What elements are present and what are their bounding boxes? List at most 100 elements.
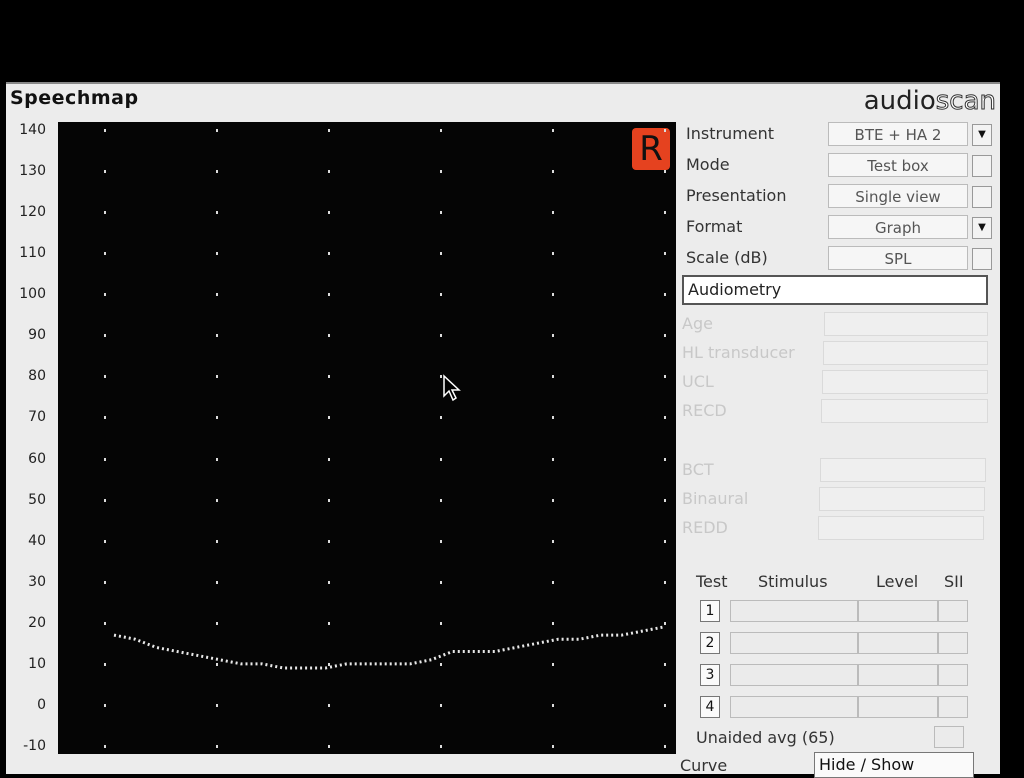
grid-dot (552, 416, 554, 419)
grid-dot (104, 540, 106, 543)
grid-dot (216, 129, 218, 132)
test-2-level[interactable] (858, 632, 938, 654)
grid-dot (664, 622, 666, 625)
mouse-pointer-icon (442, 374, 464, 404)
test-4-stimulus[interactable] (730, 696, 858, 718)
grid-dot (664, 129, 666, 132)
test-1-sii (938, 600, 968, 622)
test-4-level[interactable] (858, 696, 938, 718)
grid-dot (440, 334, 442, 337)
test-4-button[interactable]: 4 (700, 696, 720, 718)
grid-dot (664, 416, 666, 419)
grid-dot (664, 293, 666, 296)
grid-dot (104, 375, 106, 378)
grid-dot (216, 499, 218, 502)
curve-svg (58, 122, 676, 754)
instrument-label: Instrument (686, 124, 774, 143)
grid-dot (104, 499, 106, 502)
test-3-stimulus[interactable] (730, 664, 858, 686)
test-1-stimulus[interactable] (730, 600, 858, 622)
age-field (824, 312, 988, 336)
y-tick-label: 120 (6, 204, 46, 220)
grid-dot (104, 581, 106, 584)
test-3-level[interactable] (858, 664, 938, 686)
hide-show-button[interactable]: Hide / Show (814, 752, 974, 778)
age-label: Age (682, 314, 713, 333)
speechmap-window: Speechmap audioscan 14013012011010090807… (6, 82, 1000, 774)
grid-dot (440, 458, 442, 461)
grid-dot (440, 129, 442, 132)
grid-dot (664, 375, 666, 378)
test-1-level[interactable] (858, 600, 938, 622)
grid-dot (552, 211, 554, 214)
grid-dot (552, 170, 554, 173)
grid-dot (216, 334, 218, 337)
format-dropdown-icon[interactable]: ▼ (972, 217, 992, 239)
y-tick-label: 30 (6, 574, 46, 590)
binaural-label: Binaural (682, 489, 748, 508)
mode-field[interactable]: Test box (828, 153, 968, 177)
grid-dot (664, 704, 666, 707)
level-column-header: Level (876, 572, 918, 591)
unaided-avg-label: Unaided avg (65) (696, 728, 835, 747)
grid-dot (552, 129, 554, 132)
grid-dot (216, 170, 218, 173)
scale-field[interactable]: SPL (828, 246, 968, 270)
format-select[interactable]: Graph (828, 215, 968, 239)
test-3-sii (938, 664, 968, 686)
grid-dot (440, 622, 442, 625)
y-tick-label: 0 (6, 697, 46, 713)
audiometry-header[interactable]: Audiometry (682, 275, 988, 305)
grid-dot (216, 581, 218, 584)
test-1-button[interactable]: 1 (700, 600, 720, 622)
y-tick-label: 140 (6, 122, 46, 138)
test-column-header: Test (696, 572, 728, 591)
test-2-stimulus[interactable] (730, 632, 858, 654)
mode-label: Mode (686, 155, 730, 174)
grid-dot (104, 129, 106, 132)
stimulus-column-header: Stimulus (758, 572, 828, 591)
grid-dot (216, 745, 218, 748)
ucl-label: UCL (682, 372, 714, 391)
mode-button[interactable] (972, 155, 992, 177)
curve-label: Curve (680, 756, 727, 775)
bct-field (820, 458, 986, 482)
instrument-dropdown-icon[interactable]: ▼ (972, 124, 992, 146)
grid-dot (440, 745, 442, 748)
grid-dot (328, 293, 330, 296)
grid-dot (104, 458, 106, 461)
test-2-button[interactable]: 2 (700, 632, 720, 654)
binaural-field (819, 487, 985, 511)
y-tick-label: 130 (6, 163, 46, 179)
grid-dot (328, 745, 330, 748)
grid-dot (328, 663, 330, 666)
grid-dot (440, 499, 442, 502)
grid-dot (664, 211, 666, 214)
grid-dot (440, 416, 442, 419)
grid-dot (328, 375, 330, 378)
presentation-button[interactable] (972, 186, 992, 208)
speechmap-plot[interactable]: R (58, 122, 676, 754)
sii-column-header: SII (944, 572, 964, 591)
grid-dot (552, 704, 554, 707)
grid-dot (104, 416, 106, 419)
test-3-button[interactable]: 3 (700, 664, 720, 686)
grid-dot (552, 458, 554, 461)
grid-dot (216, 252, 218, 255)
grid-dot (328, 211, 330, 214)
grid-dot (552, 334, 554, 337)
scale-button[interactable] (972, 248, 992, 270)
grid-dot (440, 293, 442, 296)
grid-dot (328, 581, 330, 584)
y-tick-label: 90 (6, 327, 46, 343)
recd-label: RECD (682, 401, 727, 420)
grid-dot (664, 334, 666, 337)
y-tick-label: 60 (6, 451, 46, 467)
grid-dot (552, 745, 554, 748)
grid-dot (664, 458, 666, 461)
presentation-field[interactable]: Single view (828, 184, 968, 208)
grid-dot (440, 540, 442, 543)
instrument-select[interactable]: BTE + HA 2 (828, 122, 968, 146)
y-tick-label: 50 (6, 492, 46, 508)
grid-dot (104, 704, 106, 707)
